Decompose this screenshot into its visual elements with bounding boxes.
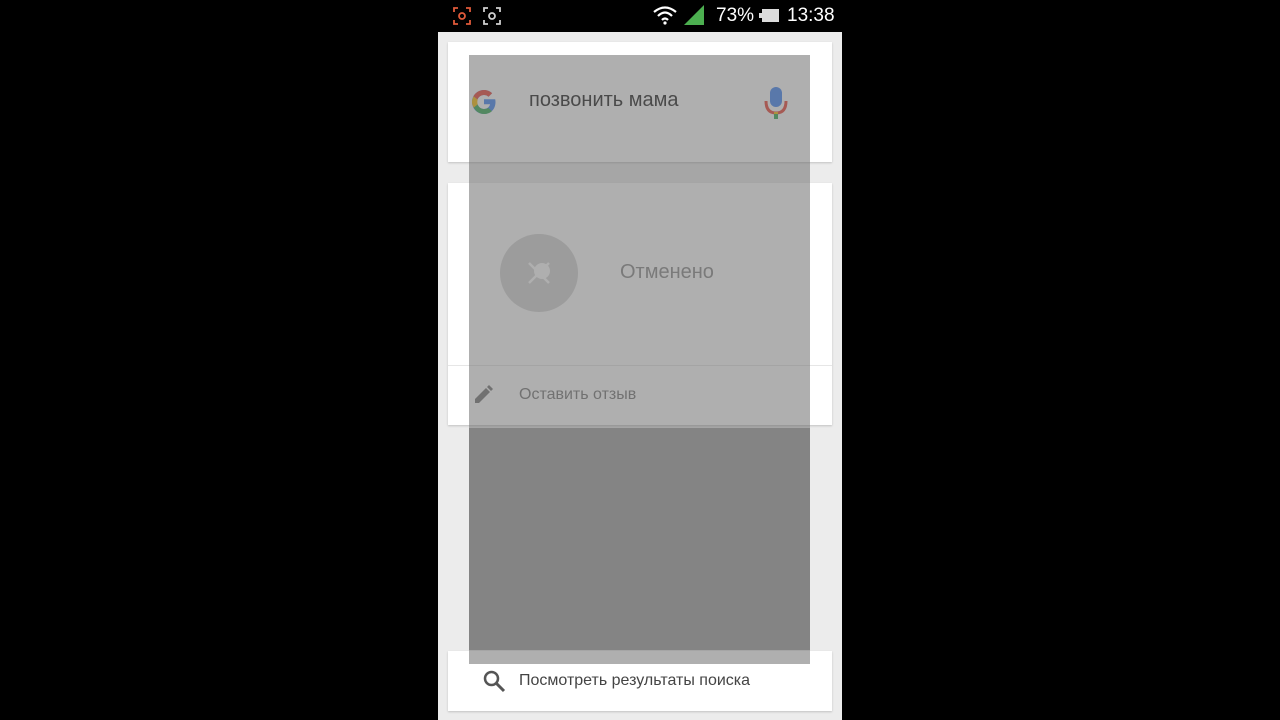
cancel-mic-icon xyxy=(528,262,550,284)
search-query-text[interactable]: позвонить мама xyxy=(529,89,679,112)
status-bar: 73% 13:38 xyxy=(438,0,842,32)
view-search-results-card[interactable]: Посмотреть результаты поиска xyxy=(448,651,832,711)
pencil-icon[interactable] xyxy=(472,384,494,406)
screenshot-icon xyxy=(483,7,501,25)
view-search-results-label[interactable]: Посмотреть результаты поиска xyxy=(519,672,750,690)
screenshot-icon xyxy=(453,7,471,25)
wifi-icon xyxy=(653,6,677,25)
cancel-mic-button[interactable] xyxy=(500,234,578,312)
battery-percent: 73% xyxy=(716,5,755,26)
phone-screen: 73% 13:38 позвонить мама Отменено Остави… xyxy=(438,0,842,720)
clock: 13:38 xyxy=(787,5,835,26)
google-logo-icon xyxy=(472,90,496,114)
dim-overlay-lower xyxy=(469,428,810,650)
voice-result-card: Отменено Оставить отзыв xyxy=(448,183,832,425)
mic-icon[interactable] xyxy=(763,85,789,121)
cancelled-status-text: Отменено xyxy=(620,261,714,283)
battery-icon xyxy=(759,9,779,22)
search-card[interactable]: позвонить мама xyxy=(448,42,832,162)
search-icon xyxy=(483,670,506,693)
signal-icon xyxy=(684,5,704,25)
feedback-link[interactable]: Оставить отзыв xyxy=(519,386,636,404)
divider xyxy=(448,365,832,366)
